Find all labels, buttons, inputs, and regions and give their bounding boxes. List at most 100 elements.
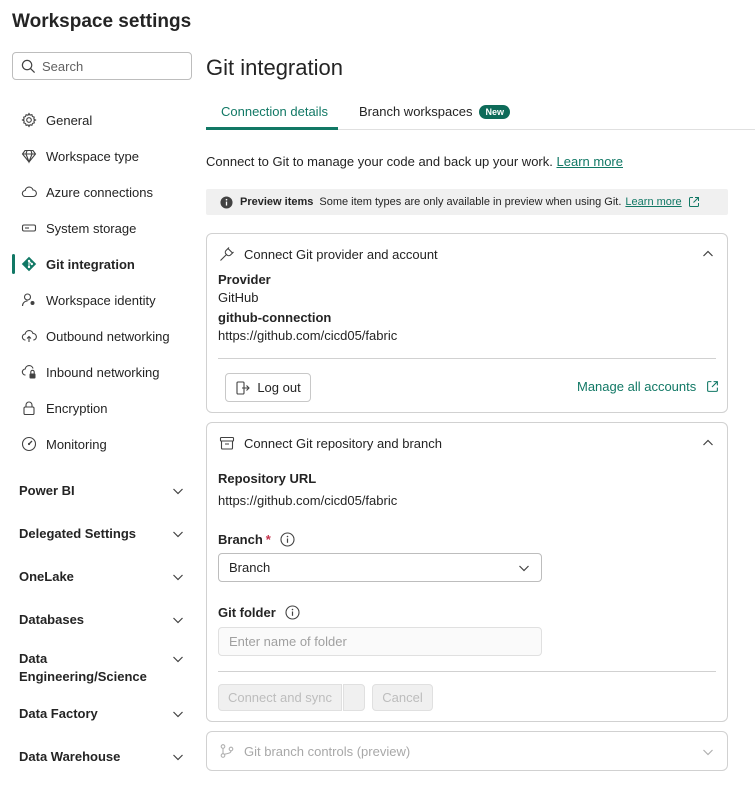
- chevron-down-icon: [519, 565, 529, 571]
- cancel-label: Cancel: [382, 690, 423, 705]
- archive-icon: [219, 436, 235, 450]
- preview-banner: Preview items Some item types are only a…: [206, 189, 728, 215]
- sidebar-group-data-warehouse[interactable]: Data Warehouse: [19, 748, 185, 766]
- sidebar-item-label: Git integration: [46, 256, 135, 272]
- chevron-down-icon: [173, 754, 183, 761]
- sidebar-item-encryption[interactable]: Encryption: [12, 394, 192, 422]
- sidebar-group-delegated-settings[interactable]: Delegated Settings: [19, 525, 185, 543]
- git-folder-field[interactable]: [218, 627, 542, 656]
- connect-and-sync-label: Connect and sync: [227, 690, 333, 705]
- gear-icon: [12, 112, 46, 128]
- sidebar-group-power-bi[interactable]: Power BI: [19, 482, 185, 500]
- active-tab-indicator: [206, 127, 338, 130]
- tab-branch-workspaces[interactable]: Branch workspaces New: [359, 104, 510, 119]
- chevron-down-icon: [173, 617, 183, 624]
- info-icon[interactable]: [280, 532, 296, 547]
- chevron-down-icon: [173, 574, 183, 581]
- repository-card-header[interactable]: Connect Git repository and branch: [219, 435, 442, 451]
- sidebar-item-label: Outbound networking: [46, 328, 170, 344]
- tab-connection-details[interactable]: Connection details: [221, 104, 328, 119]
- sidebar-group-label: Databases: [19, 612, 85, 627]
- sidebar-item-azure-connections[interactable]: Azure connections: [12, 178, 192, 206]
- log-out-button[interactable]: Log out: [225, 373, 311, 402]
- chevron-up-icon[interactable]: [701, 247, 715, 261]
- chevron-down-icon: [173, 711, 183, 718]
- sidebar-group-data-engineering[interactable]: Data Engineering/Science: [19, 650, 185, 686]
- sidebar-item-general[interactable]: General: [12, 106, 192, 134]
- sidebar-item-git-integration[interactable]: Git integration: [12, 250, 192, 278]
- open-external-icon[interactable]: [688, 196, 700, 208]
- provider-card-title: Connect Git provider and account: [244, 246, 438, 262]
- chevron-down-icon: [173, 531, 183, 538]
- new-badge: New: [479, 104, 510, 119]
- storage-icon: [12, 220, 46, 236]
- search-box[interactable]: [12, 52, 192, 80]
- repository-card-title: Connect Git repository and branch: [244, 435, 442, 451]
- sidebar-item-label: Azure connections: [46, 184, 153, 200]
- preview-learn-more-link[interactable]: Learn more: [625, 196, 681, 208]
- sidebar-item-inbound-networking[interactable]: Inbound networking: [12, 358, 192, 386]
- sidebar-item-label: Workspace type: [46, 148, 139, 164]
- page-title: Workspace settings: [12, 11, 192, 32]
- provider-card-header[interactable]: Connect Git provider and account: [219, 246, 438, 262]
- repository-url-value: https://github.com/cicd05/fabric: [218, 493, 398, 508]
- open-external-icon: [707, 381, 719, 392]
- branch-selected-value: Branch: [229, 560, 271, 575]
- sidebar-item-monitoring[interactable]: Monitoring: [12, 430, 192, 458]
- connect-options-button[interactable]: [343, 684, 365, 711]
- branch-controls-card[interactable]: Git branch controls (preview): [206, 731, 728, 771]
- repository-url-label: Repository URL: [218, 471, 317, 486]
- diamond-icon: [12, 148, 46, 164]
- connection-label: github-connection: [218, 310, 332, 325]
- sidebar-group-label: Data Engineering/Science: [19, 651, 147, 684]
- sidebar-item-workspace-identity[interactable]: Workspace identity: [12, 286, 192, 314]
- sidebar-group-onelake[interactable]: OneLake: [19, 568, 185, 586]
- git-folder-label: Git folder: [218, 605, 300, 620]
- intro-text: Connect to Git to manage your code and b…: [206, 154, 623, 169]
- repository-divider: [218, 671, 716, 672]
- sidebar-item-label: Encryption: [46, 400, 108, 416]
- sign-out-icon: [236, 380, 251, 395]
- sidebar-group-label: OneLake: [19, 569, 74, 584]
- tab-label: Connection details: [221, 104, 328, 119]
- sidebar-item-label: System storage: [46, 220, 137, 236]
- plug-icon: [220, 247, 234, 261]
- preview-title: Preview items: [240, 196, 314, 208]
- manage-accounts-link[interactable]: Manage all accounts: [577, 379, 719, 394]
- cloud-lock-icon: [12, 364, 46, 380]
- sidebar-group-label: Data Factory: [19, 706, 98, 721]
- sidebar-item-label: Inbound networking: [46, 364, 160, 380]
- sidebar-item-label: Monitoring: [46, 436, 107, 452]
- branch-controls-header: Git branch controls (preview): [219, 743, 410, 759]
- sidebar-group-data-factory[interactable]: Data Factory: [19, 705, 185, 723]
- info-filled-icon: [220, 195, 233, 209]
- info-icon[interactable]: [285, 605, 300, 620]
- sidebar-group-label: Power BI: [19, 483, 75, 498]
- log-out-label: Log out: [257, 380, 301, 395]
- connect-and-sync-button[interactable]: Connect and sync: [218, 684, 342, 711]
- sidebar-item-workspace-type[interactable]: Workspace type: [12, 142, 192, 170]
- chevron-up-icon[interactable]: [701, 436, 715, 450]
- git-folder-input[interactable]: [229, 634, 531, 649]
- sidebar-item-system-storage[interactable]: System storage: [12, 214, 192, 242]
- sidebar-item-label: Workspace identity: [46, 292, 156, 308]
- provider-value: GitHub: [218, 290, 259, 305]
- chevron-down-icon: [703, 749, 713, 756]
- required-mark: *: [265, 532, 271, 547]
- branch-dropdown[interactable]: Branch: [218, 553, 542, 582]
- cancel-button[interactable]: Cancel: [372, 684, 433, 711]
- provider-label: Provider: [218, 272, 271, 287]
- branch-icon: [220, 744, 234, 758]
- learn-more-link[interactable]: Learn more: [557, 154, 623, 169]
- git-folder-label-text: Git folder: [218, 605, 276, 620]
- cloud-icon: [12, 184, 46, 200]
- search-input[interactable]: [42, 58, 182, 74]
- intro-message: Connect to Git to manage your code and b…: [206, 154, 553, 169]
- provider-divider: [218, 358, 716, 359]
- branch-label: Branch *: [218, 532, 296, 547]
- manage-accounts-label: Manage all accounts: [577, 379, 697, 394]
- section-title: Git integration: [206, 55, 343, 80]
- sidebar-item-outbound-networking[interactable]: Outbound networking: [12, 322, 192, 350]
- sidebar-group-databases[interactable]: Databases: [19, 611, 185, 629]
- branch-controls-title: Git branch controls (preview): [244, 743, 411, 759]
